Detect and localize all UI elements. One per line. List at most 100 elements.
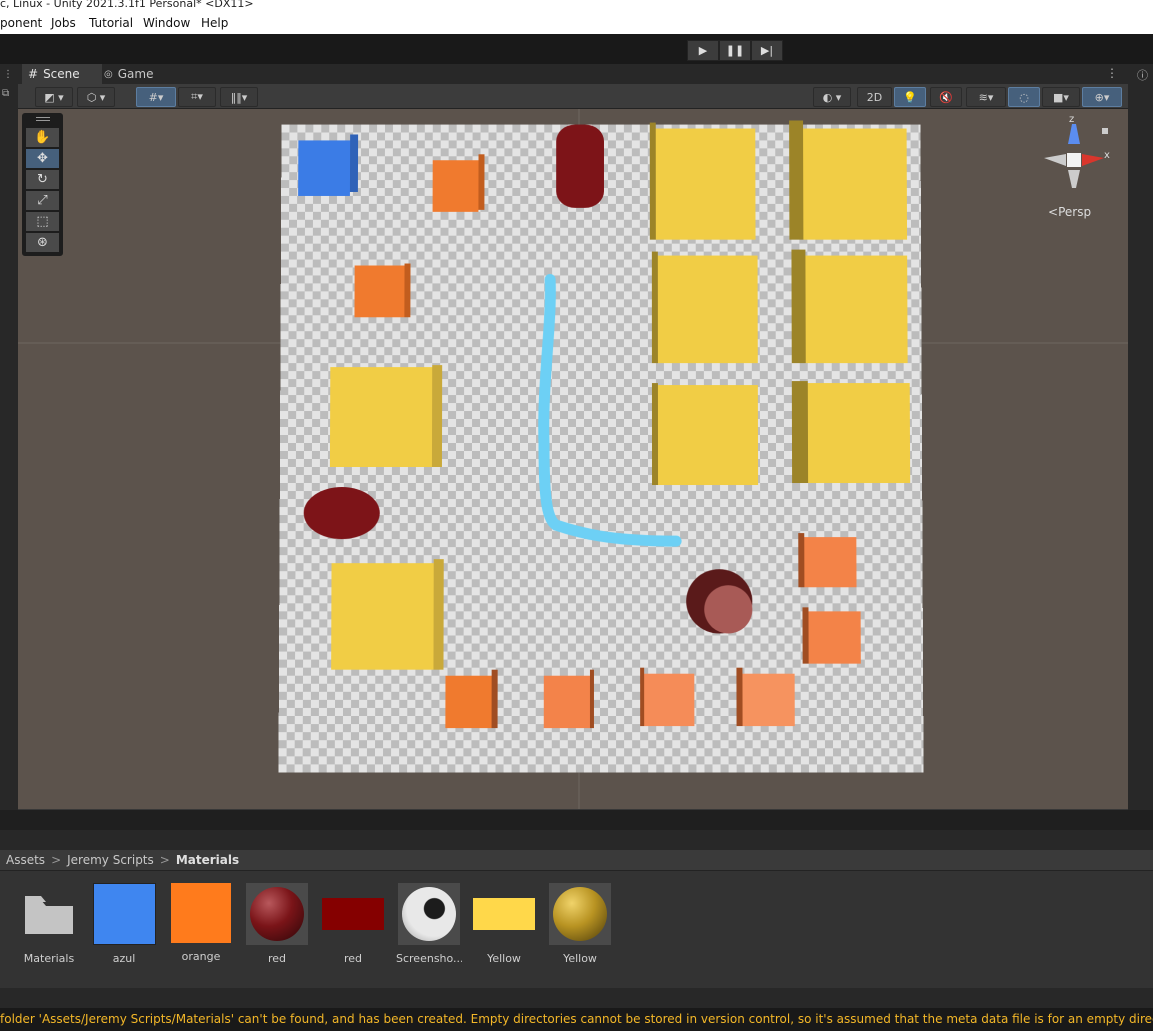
asset-item[interactable]: Yellow	[471, 883, 537, 965]
toggle-2d-button[interactable]: 2D	[857, 87, 892, 107]
hidden-objects-toggle[interactable]: ◌	[1008, 87, 1040, 107]
asset-item[interactable]: Screensho...	[396, 883, 462, 965]
grid-snapping-toggle[interactable]: #▾	[136, 87, 176, 107]
menu-help[interactable]: Help	[201, 16, 228, 30]
pause-button[interactable]: ❚❚	[719, 40, 751, 61]
folder-icon	[18, 883, 80, 945]
camera-icon: ■▾	[1053, 90, 1069, 104]
persp-label: Persp	[1058, 205, 1092, 219]
rotate-icon: ↻	[37, 172, 48, 187]
material-swatch	[92, 883, 156, 945]
asset-item[interactable]: Yellow	[547, 883, 613, 965]
more-icon[interactable]: ⋮	[1106, 66, 1118, 80]
ruler-dropdown[interactable]: ‖‖▾	[220, 87, 258, 107]
scale-tool[interactable]: ⤢	[26, 191, 59, 210]
play-button[interactable]: ▶	[687, 40, 719, 61]
project-tab-bar	[0, 830, 1153, 850]
material-swatch	[473, 883, 535, 945]
lightbulb-icon: 💡	[903, 90, 917, 104]
camera-dropdown[interactable]: ■▾	[1042, 87, 1080, 107]
asset-item[interactable]: Materials	[16, 883, 82, 965]
layers-icon: ≋▾	[978, 90, 994, 104]
move-icon: ✥	[37, 151, 48, 166]
drag-handle-icon[interactable]	[36, 117, 50, 118]
asset-label: Materials	[23, 952, 75, 965]
scene-orientation-gizmo[interactable]: z x	[1038, 114, 1114, 202]
step-button[interactable]: ▶|	[751, 40, 783, 61]
step-icon: ▶|	[760, 44, 774, 57]
tab-scene[interactable]: # Scene	[22, 64, 102, 84]
lighting-toggle[interactable]: 💡	[894, 87, 926, 107]
asset-label: azul	[112, 952, 136, 965]
transform-tool[interactable]: ⊛	[26, 233, 59, 252]
breadcrumb-separator-icon: >	[159, 853, 170, 867]
console-status-message[interactable]: folder 'Assets/Jeremy Scripts/Materials'…	[0, 1008, 1153, 1031]
panel-separator	[0, 810, 1153, 830]
gizmo-globe-icon: ⊕▾	[1094, 90, 1110, 104]
scene-grid-icon: #	[28, 67, 39, 81]
gizmos-dropdown[interactable]: ⊕▾	[1082, 87, 1122, 107]
gizmo-x-label: x	[1104, 150, 1110, 161]
tab-game[interactable]: ◎ Game	[104, 64, 164, 84]
scene-viewport[interactable]: z x <Persp	[18, 109, 1128, 809]
texture-sphere-preview	[398, 883, 460, 945]
projection-toggle[interactable]: <Persp	[1048, 205, 1091, 219]
breadcrumb-separator-icon: >	[51, 853, 62, 867]
ruler-icon: ‖‖▾	[230, 90, 248, 104]
draw-mode-dropdown[interactable]: ◩ ▾	[35, 87, 73, 107]
render-mode-dropdown[interactable]: ⬡ ▾	[77, 87, 115, 107]
gizmo-z-label: z	[1069, 114, 1075, 125]
material-sphere-preview	[246, 883, 308, 945]
project-footer	[0, 988, 1153, 1008]
breadcrumb-jeremy-scripts[interactable]: Jeremy Scripts	[67, 853, 154, 867]
asset-label: Yellow	[487, 952, 521, 965]
toggle-2d-label: 2D	[866, 90, 883, 104]
effects-dropdown[interactable]: ≋▾	[966, 87, 1006, 107]
ground-plane[interactable]	[278, 120, 924, 773]
info-icon[interactable]: ⓘ	[1137, 67, 1148, 83]
pause-icon: ❚❚	[725, 44, 745, 57]
menu-component[interactable]: ponent	[0, 16, 42, 30]
asset-label: Screensho...	[396, 952, 462, 965]
asset-label: red	[267, 952, 287, 965]
drawn-path	[278, 125, 923, 773]
kebab-icon[interactable]: ⋮	[3, 69, 13, 80]
audio-toggle[interactable]: 🔇	[930, 87, 962, 107]
material-sphere-preview	[549, 883, 611, 945]
grid-snap-icon: #▾	[148, 90, 164, 104]
rotate-tool[interactable]: ↻	[26, 170, 59, 189]
window-title: c, Linux - Unity 2021.3.1f1 Personal* <D…	[0, 0, 1153, 11]
material-swatch	[171, 883, 231, 943]
shading-dropdown[interactable]: ◐ ▾	[813, 87, 851, 107]
asset-label: red	[343, 952, 363, 965]
sphere-icon: ◐ ▾	[822, 90, 842, 104]
hand-tool[interactable]: ✋	[26, 128, 59, 147]
hand-icon: ✋	[34, 130, 51, 145]
rect-icon: ⬚	[36, 214, 49, 229]
tools-overlay: ✋ ✥ ↻ ⤢ ⬚ ⊛	[22, 113, 63, 256]
asset-label: orange	[181, 950, 221, 963]
asset-item[interactable]: orange	[168, 883, 234, 963]
asset-item[interactable]: azul	[91, 883, 157, 965]
menu-window[interactable]: Window	[143, 16, 190, 30]
scene-tab-bar: # Scene ◎ Game ⋮	[18, 64, 1128, 84]
asset-grid: Materials azul orange red red Screensho.…	[0, 871, 1153, 988]
breadcrumb-assets[interactable]: Assets	[6, 853, 45, 867]
asset-item[interactable]: red	[320, 883, 386, 965]
audio-mute-icon: 🔇	[939, 90, 953, 104]
scale-icon: ⤢	[37, 193, 48, 208]
menu-tutorial[interactable]: Tutorial	[89, 16, 133, 30]
asset-label: Yellow	[563, 952, 597, 965]
scene-toolbar: ◩ ▾ ⬡ ▾ #▾ ⌗▾ ‖‖▾ ◐ ▾ 2D 💡 🔇 ≋▾ ◌ ■▾ ⊕▾	[18, 84, 1128, 109]
move-tool[interactable]: ✥	[26, 149, 59, 168]
material-swatch	[322, 883, 384, 945]
tab-game-label: Game	[117, 67, 154, 81]
rect-tool[interactable]: ⬚	[26, 212, 59, 231]
menu-jobs[interactable]: Jobs	[51, 16, 76, 30]
menu-bar: ponent Jobs Tutorial Window Help	[0, 11, 1153, 34]
asset-item[interactable]: red	[244, 883, 310, 965]
cube-icon: ⬡ ▾	[86, 90, 106, 104]
breadcrumb-materials[interactable]: Materials	[176, 853, 239, 867]
window-icon[interactable]: ⧉	[2, 88, 9, 99]
increment-snap-dropdown[interactable]: ⌗▾	[178, 87, 216, 107]
